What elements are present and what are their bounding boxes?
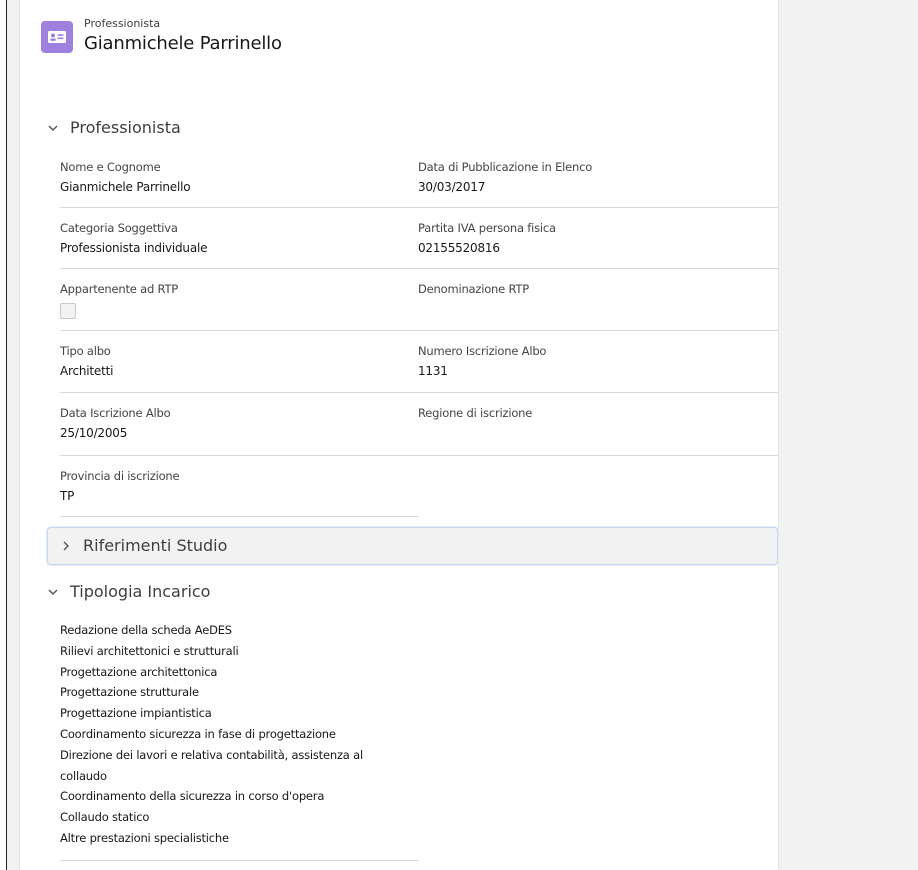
field-label: Provincia di iscrizione bbox=[60, 469, 180, 483]
list-item: Coordinamento sicurezza in fase di proge… bbox=[60, 726, 336, 741]
divider bbox=[60, 392, 778, 393]
list-item: Progettazione architettonica bbox=[60, 664, 218, 679]
field-label: Appartenente ad RTP bbox=[60, 282, 179, 296]
list-item: Coordinamento della sicurezza in corso d… bbox=[60, 789, 325, 804]
field-nome-cognome: Nome e Cognome Gianmichele Parrinello bbox=[60, 160, 191, 194]
chevron-down-icon bbox=[47, 122, 59, 134]
list-item: Redazione della scheda AeDES bbox=[60, 623, 232, 637]
field-data-pubblicazione: Data di Pubblicazione in Elenco 30/03/20… bbox=[418, 160, 592, 194]
divider bbox=[60, 330, 778, 331]
field-value: TP bbox=[60, 489, 75, 503]
field-value: Professionista individuale bbox=[60, 241, 208, 255]
field-label: Nome e Cognome bbox=[60, 160, 161, 174]
field-appartenente-rtp: Appartenente ad RTP bbox=[60, 282, 178, 296]
field-value: 1131 bbox=[418, 364, 448, 378]
section-header-tipologia-incarico[interactable]: Tipologia Incarico bbox=[47, 582, 210, 601]
field-regione-iscrizione: Regione di iscrizione bbox=[418, 406, 532, 420]
divider bbox=[60, 268, 778, 269]
field-label: Regione di iscrizione bbox=[418, 406, 533, 420]
list-item: Progettazione strutturale bbox=[60, 685, 199, 700]
list-item: Rilievi architettonici e strutturali bbox=[60, 643, 239, 658]
right-sidebar-area bbox=[783, 0, 918, 870]
chevron-right-icon bbox=[60, 540, 72, 552]
field-numero-iscrizione-albo: Numero Iscrizione Albo 1131 bbox=[418, 344, 546, 378]
section-header-professionista[interactable]: Professionista bbox=[47, 118, 181, 137]
divider bbox=[60, 207, 778, 208]
divider bbox=[60, 860, 418, 861]
list-item: Altre prestazioni specialistiche bbox=[60, 830, 229, 845]
section-title-tipologia-incarico: Tipologia Incarico bbox=[70, 582, 211, 601]
list-item: Direzione dei lavori e relativa contabil… bbox=[60, 747, 363, 762]
field-label: Partita IVA persona fisica bbox=[418, 221, 556, 235]
field-label: Denominazione RTP bbox=[418, 282, 529, 296]
tipologia-incarico-list: Redazione della scheda AeDES Rilievi arc… bbox=[60, 620, 390, 849]
page-background: Professionista Gianmichele Parrinello Pr… bbox=[6, 0, 918, 870]
field-label: Data di Pubblicazione in Elenco bbox=[418, 160, 593, 174]
divider bbox=[60, 516, 418, 517]
record-title: Gianmichele Parrinello bbox=[84, 33, 282, 54]
field-provincia-iscrizione: Provincia di iscrizione TP bbox=[60, 469, 180, 503]
section-title-professionista: Professionista bbox=[70, 118, 181, 137]
section-header-riferimenti-studio[interactable]: Riferimenti Studio bbox=[47, 527, 778, 565]
contact-card-icon bbox=[41, 21, 73, 53]
field-value: 02155520816 bbox=[418, 241, 500, 255]
appartenente-rtp-checkbox[interactable] bbox=[60, 303, 76, 319]
field-data-iscrizione-albo: Data Iscrizione Albo 25/10/2005 bbox=[60, 406, 171, 440]
list-item: collaudo bbox=[60, 768, 107, 783]
field-partita-iva: Partita IVA persona fisica 02155520816 bbox=[418, 221, 556, 255]
field-categoria-soggettiva: Categoria Soggettiva Professionista indi… bbox=[60, 221, 208, 255]
field-label: Tipo albo bbox=[60, 344, 111, 358]
field-label: Categoria Soggettiva bbox=[60, 221, 178, 235]
field-tipo-albo: Tipo albo Architetti bbox=[60, 344, 113, 378]
field-label: Numero Iscrizione Albo bbox=[418, 344, 547, 358]
section-title-riferimenti-studio: Riferimenti Studio bbox=[83, 536, 228, 555]
field-denominazione-rtp: Denominazione RTP bbox=[418, 282, 529, 296]
field-label: Data Iscrizione Albo bbox=[60, 406, 171, 420]
field-value: 25/10/2005 bbox=[60, 426, 128, 440]
list-item: Collaudo statico bbox=[60, 810, 150, 825]
field-value: Gianmichele Parrinello bbox=[60, 180, 191, 194]
field-value: Architetti bbox=[60, 364, 114, 378]
divider bbox=[60, 455, 778, 456]
record-detail-card: Professionista Gianmichele Parrinello Pr… bbox=[19, 0, 779, 870]
chevron-down-icon bbox=[47, 586, 59, 598]
record-object-type: Professionista bbox=[84, 17, 161, 30]
list-item: Progettazione impiantistica bbox=[60, 706, 212, 721]
field-value: 30/03/2017 bbox=[418, 180, 486, 194]
